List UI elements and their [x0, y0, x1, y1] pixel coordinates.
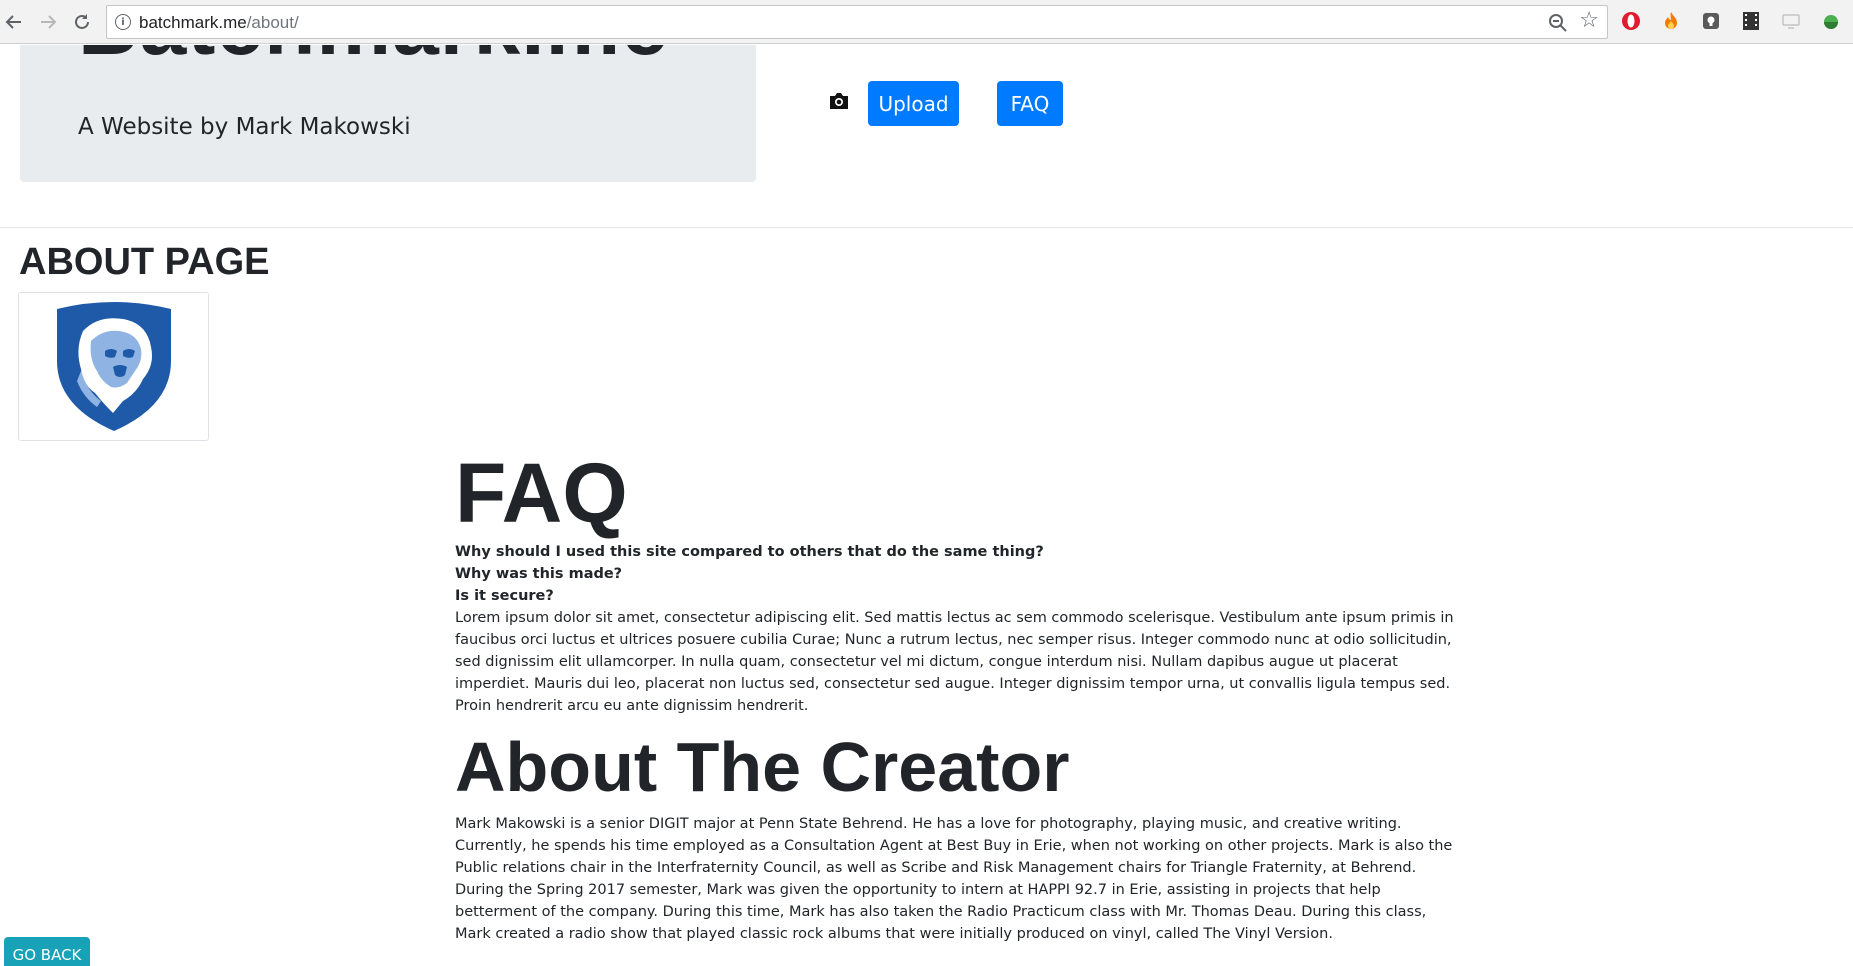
- upload-button[interactable]: Upload: [868, 81, 959, 126]
- cast-extension-icon[interactable]: [1780, 10, 1802, 32]
- go-back-button[interactable]: GO BACK: [4, 937, 90, 966]
- creator-bio: Mark Makowski is a senior DIGIT major at…: [455, 816, 1453, 942]
- page-viewport: Batchmark.me A Website by Mark Makowski …: [0, 45, 1853, 966]
- faq-answer: Lorem ipsum dolor sit amet, consectetur …: [455, 610, 1454, 714]
- browser-toolbar: i batchmark.me/about/ ☆: [0, 0, 1853, 44]
- divider: [0, 227, 1853, 228]
- jumbotron: Batchmark.me A Website by Mark Makowski: [20, 45, 756, 182]
- page-heading: ABOUT PAGE: [19, 241, 270, 283]
- logo-thumbnail: [18, 292, 209, 441]
- address-bar[interactable]: i batchmark.me/about/ ☆: [106, 5, 1608, 39]
- star-icon[interactable]: ☆: [1579, 10, 1599, 32]
- faq-button[interactable]: FAQ: [997, 81, 1063, 126]
- main-content: FAQ Why should I used this site compared…: [455, 445, 1455, 945]
- url-host: batchmark.me: [139, 13, 247, 32]
- faq-question: Why should I used this site compared to …: [455, 544, 1044, 560]
- zoom-icon[interactable]: [1547, 12, 1569, 34]
- flame-extension-icon[interactable]: [1660, 10, 1682, 32]
- arrow-right-icon[interactable]: [34, 8, 62, 36]
- site-title: Batchmark.me: [78, 45, 669, 74]
- film-extension-icon[interactable]: [1740, 10, 1762, 32]
- reload-icon[interactable]: [68, 8, 96, 36]
- url-path: /about/: [246, 13, 299, 32]
- faq-title: FAQ: [455, 446, 628, 540]
- faq-question: Is it secure?: [455, 588, 554, 604]
- info-icon[interactable]: i: [115, 14, 131, 30]
- camera-icon[interactable]: [828, 91, 850, 113]
- green-extension-icon[interactable]: [1820, 10, 1842, 32]
- faq-question: Why was this made?: [455, 566, 623, 582]
- url-text[interactable]: batchmark.me/about/: [139, 13, 299, 33]
- penn-state-lion-shield: [57, 302, 171, 431]
- site-tagline: A Website by Mark Makowski: [78, 114, 411, 140]
- creator-title: About The Creator: [455, 728, 1070, 806]
- opera-extension-icon[interactable]: [1620, 10, 1642, 32]
- lightbulb-extension-icon[interactable]: [1700, 10, 1722, 32]
- arrow-left-icon[interactable]: [0, 8, 28, 36]
